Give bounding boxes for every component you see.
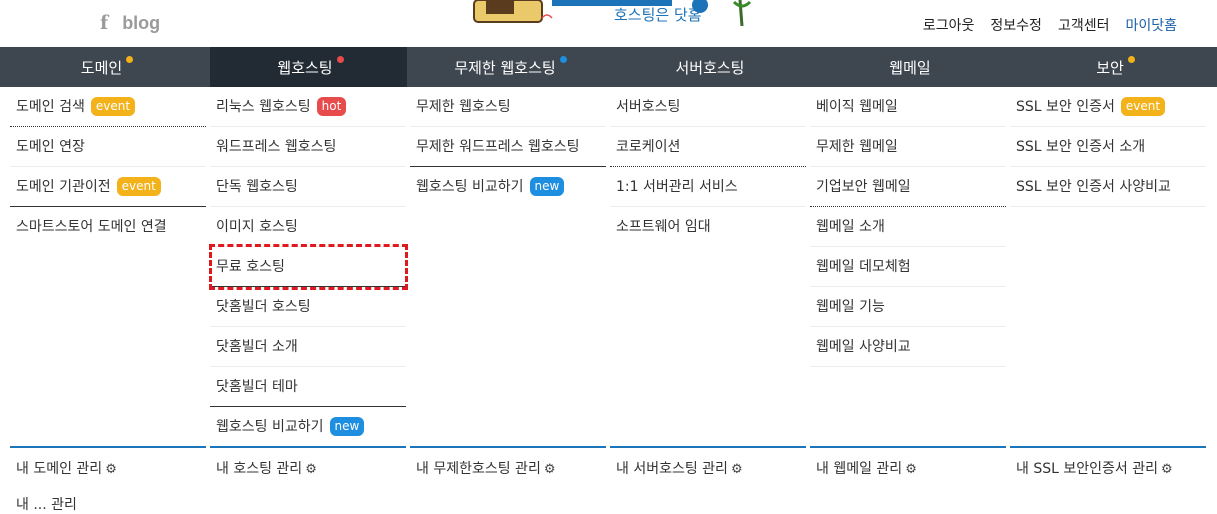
menu-item-compare-hosting[interactable]: 웹호스팅 비교하기 new	[210, 407, 406, 447]
tab-domain[interactable]: 도메인	[0, 47, 210, 87]
social-links: f blog	[100, 12, 160, 34]
menu-item-server-hosting[interactable]: 서버호스팅	[610, 87, 806, 127]
tab-server-hosting[interactable]: 서버호스팅	[610, 47, 810, 87]
top-header: f blog 호스팅은 닷홈 로그아웃 정보수정 고객센터 마이닷홈	[0, 0, 1217, 47]
customer-center-link[interactable]: 고객센터	[1058, 15, 1110, 35]
my-webmail-manage-link[interactable]: 내 웹메일 관리 ⚙	[810, 446, 1006, 488]
my-hosting-manage-link[interactable]: 내 호스팅 관리 ⚙	[210, 446, 406, 488]
menu-item-domain-renew[interactable]: 도메인 연장	[10, 127, 206, 167]
gear-icon: ⚙	[543, 462, 556, 477]
menu-item-ssl-intro[interactable]: SSL 보안 인증서 소개	[1010, 127, 1206, 167]
mypage-link[interactable]: 마이닷홈	[1125, 15, 1177, 35]
menu-item-domain-transfer[interactable]: 도메인 기관이전 event	[10, 167, 206, 207]
menu-item-domain-search[interactable]: 도메인 검색 event	[10, 87, 206, 127]
gear-icon: ⚙	[730, 462, 743, 477]
my-domain-manage-link[interactable]: 내 도메인 관리 ⚙	[10, 446, 206, 488]
menu-item-software-rental[interactable]: 소프트웨어 임대	[610, 207, 806, 247]
menu-column-webhosting: 리눅스 웹호스팅 hot 워드프레스 웹호스팅 단독 웹호스팅 이미지 호스팅 무…	[210, 87, 406, 447]
menu-item-compare-hosting[interactable]: 웹호스팅 비교하기 new	[410, 167, 606, 207]
menu-item-unlimited-hosting[interactable]: 무제한 웹호스팅	[410, 87, 606, 127]
menu-column-server: 서버호스팅 코로케이션 1:1 서버관리 서비스 소프트웨어 임대	[610, 87, 806, 247]
menu-column-domain: 도메인 검색 event 도메인 연장 도메인 기관이전 event 스마트스토어 …	[10, 87, 206, 247]
menu-item-smartstore-domain[interactable]: 스마트스토어 도메인 연결	[10, 207, 206, 247]
menu-item-free-hosting[interactable]: 무료 호스팅	[210, 247, 406, 287]
tab-security[interactable]: 보안	[1010, 47, 1217, 87]
gear-icon: ⚙	[1160, 462, 1173, 477]
tab-label: 서버호스팅	[675, 58, 745, 77]
menu-item-image-hosting[interactable]: 이미지 호스팅	[210, 207, 406, 247]
menu-item-colocation[interactable]: 코로케이션	[610, 127, 806, 167]
menu-item-linux-hosting[interactable]: 리눅스 웹호스팅 hot	[210, 87, 406, 127]
menu-item-builder-intro[interactable]: 닷홈빌더 소개	[210, 327, 406, 367]
menu-item-dedicated-hosting[interactable]: 단독 웹호스팅	[210, 167, 406, 207]
my-unlimited-hosting-manage-link[interactable]: 내 무제한호스팅 관리 ⚙	[410, 446, 606, 488]
menu-item-ssl-compare[interactable]: SSL 보안 인증서 사양비교	[1010, 167, 1206, 207]
indicator-dot	[336, 55, 344, 63]
menu-item-builder-theme[interactable]: 닷홈빌더 테마	[210, 367, 406, 407]
gear-icon: ⚙	[305, 462, 317, 477]
tab-webmail[interactable]: 웹메일	[810, 47, 1010, 87]
menu-item-unlimited-webmail[interactable]: 무제한 웹메일	[810, 127, 1006, 167]
menu-item-enterprise-webmail[interactable]: 기업보안 웹메일	[810, 167, 1006, 207]
gear-icon: ⚙	[105, 462, 117, 477]
tab-label: 웹메일	[889, 58, 931, 77]
menu-item-managed-service[interactable]: 1:1 서버관리 서비스	[610, 167, 806, 207]
new-badge: new	[529, 177, 565, 196]
menu-item-unlimited-wordpress[interactable]: 무제한 워드프레스 웹호스팅	[410, 127, 606, 167]
tab-label: 도메인	[80, 58, 123, 77]
gear-icon: ⚙	[905, 462, 917, 477]
indicator-dot	[559, 55, 567, 63]
hot-badge: hot	[316, 97, 347, 116]
menu-item-wordpress-hosting[interactable]: 워드프레스 웹호스팅	[210, 127, 406, 167]
logo-tagline: 호스팅은 닷홈	[614, 6, 702, 24]
menu-column-unlimited: 무제한 웹호스팅 무제한 워드프레스 웹호스팅 웹호스팅 비교하기 new	[410, 87, 606, 207]
edit-profile-link[interactable]: 정보수정	[990, 15, 1042, 35]
main-nav: 도메인 웹호스팅 무제한 웹호스팅 서버호스팅 웹메일 보안	[0, 47, 1217, 87]
event-badge: event	[1120, 97, 1166, 116]
menu-item-builder-hosting[interactable]: 닷홈빌더 호스팅	[210, 287, 406, 327]
my-ssl-manage-link[interactable]: 내 SSL 보안인증서 관리 ⚙	[1010, 446, 1206, 488]
menu-column-webmail: 베이직 웹메일 무제한 웹메일 기업보안 웹메일 웹메일 소개 웹메일 데모체험…	[810, 87, 1006, 367]
menu-item-ssl[interactable]: SSL 보안 인증서 event	[1010, 87, 1206, 127]
event-badge: event	[90, 97, 136, 116]
indicator-dot	[1127, 55, 1135, 63]
my-server-hosting-manage-link[interactable]: 내 서버호스팅 관리 ⚙	[610, 446, 806, 488]
menu-column-security: SSL 보안 인증서 event SSL 보안 인증서 소개 SSL 보안 인증서…	[1010, 87, 1206, 207]
tab-unlimited-webhosting[interactable]: 무제한 웹호스팅	[407, 47, 610, 87]
menu-item-webmail-demo[interactable]: 웹메일 데모체험	[810, 247, 1006, 287]
new-badge: new	[329, 417, 365, 436]
mega-menu: 도메인 검색 event 도메인 연장 도메인 기관이전 event 스마트스토어 …	[0, 87, 1217, 502]
menu-item-webmail-features[interactable]: 웹메일 기능	[810, 287, 1006, 327]
utility-nav: 로그아웃 정보수정 고객센터 마이닷홈	[923, 15, 1177, 35]
manage-links-row: 내 도메인 관리 ⚙ 내 호스팅 관리 ⚙ 내 무제한호스팅 관리 ⚙ 내 서버호스팅…	[0, 446, 1217, 488]
indicator-dot	[126, 55, 134, 63]
tab-webhosting[interactable]: 웹호스팅	[210, 47, 407, 87]
tab-label: 무제한 웹호스팅	[454, 58, 556, 77]
blog-link[interactable]: blog	[122, 13, 160, 34]
menu-item-webmail-compare[interactable]: 웹메일 사양비교	[810, 327, 1006, 367]
tab-label: 보안	[1096, 58, 1124, 77]
tab-label: 웹호스팅	[277, 58, 333, 77]
facebook-icon[interactable]: f	[100, 12, 108, 34]
menu-item-webmail-intro[interactable]: 웹메일 소개	[810, 207, 1006, 247]
event-badge: event	[116, 177, 161, 196]
menu-item-basic-webmail[interactable]: 베이직 웹메일	[810, 87, 1006, 127]
logout-link[interactable]: 로그아웃	[923, 15, 975, 35]
cut-off-row: 내 ... 관리	[16, 497, 77, 513]
